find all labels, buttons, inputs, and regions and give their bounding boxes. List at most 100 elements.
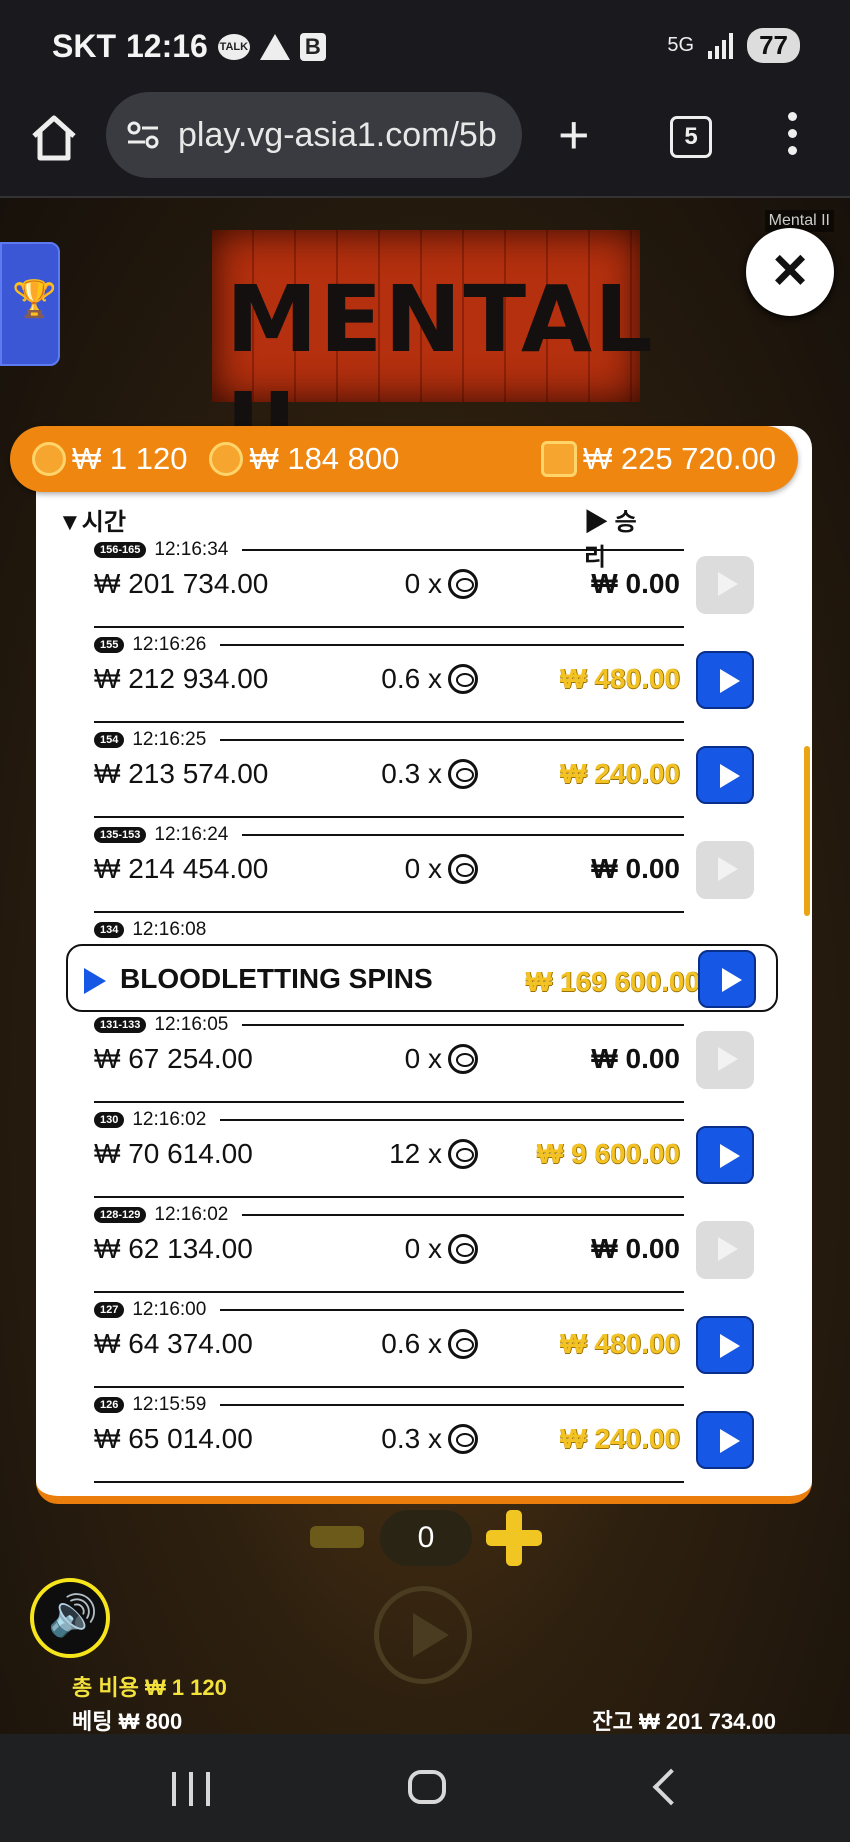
tab-count-button[interactable]: 5 [670, 116, 712, 158]
replay-button[interactable] [696, 1031, 754, 1089]
trophy-tab[interactable]: 🏆 [0, 242, 60, 366]
replay-button[interactable] [696, 651, 754, 709]
row-meta: 134 12:16:08 [94, 918, 684, 942]
row-balance: ₩ 70 614.00 [94, 1138, 253, 1169]
replay-button[interactable] [696, 841, 754, 899]
trophy-icon: 🏆 [12, 278, 57, 319]
back-icon[interactable] [652, 1768, 690, 1806]
total-cost: 총 비용 ₩ 1 120 [72, 1675, 227, 1700]
row-multiplier: 0 x [340, 1043, 478, 1075]
history-row: 156-165 12:16:34 ₩ 201 734.00 0 x ₩ 0.00 [0, 538, 850, 633]
game-logo: MENTAL II [212, 230, 653, 480]
kakaotalk-icon: TALK [217, 33, 250, 60]
divider [220, 1309, 684, 1311]
row-balance: ₩ 214 454.00 [94, 853, 269, 884]
replay-button[interactable] [696, 1126, 754, 1184]
divider [94, 911, 684, 913]
divider [242, 1214, 684, 1216]
more-menu-icon[interactable] [788, 112, 804, 163]
multiplier-value: 12 x [389, 1138, 442, 1169]
decrease-button[interactable] [310, 1526, 364, 1548]
bonus-label: BLOODLETTING SPINS [120, 963, 433, 994]
row-balance: ₩ 67 254.00 [94, 1043, 253, 1074]
multiplier-value: 0.6 x [381, 1328, 442, 1359]
row-balance: ₩ 64 374.00 [94, 1328, 253, 1359]
divider [94, 1386, 684, 1388]
row-balance: ₩ 201 734.00 [94, 568, 269, 599]
replay-button[interactable] [696, 556, 754, 614]
round-tag: 135-153 [94, 827, 147, 843]
round-tag: 156-165 [94, 542, 147, 558]
clock: 12:16 [126, 28, 208, 64]
carrier-name: SKT [52, 28, 116, 64]
row-time: 12:16:05 [154, 1014, 229, 1035]
speaker-icon: 🔊 [48, 1594, 98, 1638]
history-row: 128-129 12:16:02 ₩ 62 134.00 0 x ₩ 0.00 [0, 1203, 850, 1298]
address-bar[interactable]: play.vg-asia1.com/5b [106, 92, 522, 178]
row-time: 12:16:25 [132, 729, 207, 750]
sort-win-header[interactable]: ▶ 승리 [584, 502, 658, 572]
expand-arrow-icon[interactable] [84, 968, 106, 994]
row-win: ₩ 0.00 [591, 568, 680, 599]
max-win-value: ₩ 184 800 [249, 441, 400, 476]
url-text[interactable]: play.vg-asia1.com/5b [178, 116, 514, 155]
bet-total: ₩ 1 120 [32, 441, 187, 477]
multiplier-value: 0 x [404, 853, 442, 884]
row-meta: 155 12:16:26 [94, 633, 684, 657]
status-left: SKT 12:16 TALK B [52, 28, 326, 65]
bonus-feature-row[interactable]: BLOODLETTING SPINS ₩ 169 600.00 [66, 944, 778, 1012]
divider [94, 816, 684, 818]
home-icon[interactable] [30, 112, 78, 164]
row-multiplier: 0.3 x [340, 1423, 478, 1455]
sort-time-header[interactable]: ▼시간 [58, 502, 126, 537]
wallet-icon [540, 441, 577, 477]
round-tag: 128-129 [94, 1207, 147, 1223]
row-win: ₩ 0.00 [591, 853, 680, 884]
coin-icon [448, 1424, 478, 1454]
replay-button[interactable] [696, 1221, 754, 1279]
replay-button[interactable] [696, 1411, 754, 1469]
round-tag: 134 [94, 922, 125, 938]
warning-icon [259, 33, 290, 60]
row-win: ₩ 9 600.00 [536, 1138, 680, 1169]
history-row: 127 12:16:00 ₩ 64 374.00 0.6 x ₩ 480.00 [0, 1298, 850, 1393]
quantity-value: 0 [380, 1510, 472, 1566]
balance: ₩ 225 720.00 [540, 441, 776, 477]
row-time: 12:16:02 [132, 1109, 207, 1130]
round-tag: 126 [94, 1397, 125, 1413]
multiplier-value: 0 x [404, 1233, 442, 1264]
replay-button[interactable] [696, 746, 754, 804]
row-meta: 127 12:16:00 [94, 1298, 684, 1322]
coin-icon [448, 1234, 478, 1264]
divider [94, 721, 684, 723]
coin-icon [32, 442, 66, 476]
sound-toggle[interactable]: 🔊 [30, 1578, 110, 1658]
divider [220, 739, 684, 741]
row-meta: 128-129 12:16:02 [94, 1203, 684, 1227]
replay-button[interactable] [696, 1316, 754, 1374]
multiplier-value: 0.6 x [381, 663, 442, 694]
recent-apps-icon[interactable] [172, 1772, 210, 1806]
round-tag: 154 [94, 732, 125, 748]
row-time: 12:15:59 [132, 1394, 207, 1415]
spin-button[interactable] [374, 1586, 472, 1684]
new-tab-icon[interactable]: + [558, 108, 590, 162]
divider [94, 1196, 684, 1198]
home-nav-icon[interactable] [408, 1770, 446, 1804]
network-5g-icon: 5G [667, 34, 695, 56]
summary-bar: ₩ 1 120 ₩ 184 800 ₩ 225 720.00 [10, 426, 798, 492]
history-row: 154 12:16:25 ₩ 213 574.00 0.3 x ₩ 240.00 [0, 728, 850, 823]
row-time: 12:16:00 [132, 1299, 207, 1320]
list-scrollbar[interactable] [804, 746, 810, 916]
row-multiplier: 0.3 x [340, 758, 478, 790]
increase-button[interactable] [486, 1510, 542, 1566]
row-win: ₩ 240.00 [560, 1423, 680, 1454]
divider [242, 834, 684, 836]
close-button[interactable]: × [746, 228, 834, 316]
coin-icon [448, 1329, 478, 1359]
status-right: 5G 77 [667, 28, 800, 63]
site-settings-icon[interactable] [126, 120, 160, 150]
status-bar: SKT 12:16 TALK B 5G 77 [0, 0, 850, 92]
replay-button[interactable] [698, 950, 756, 1008]
row-multiplier: 0 x [340, 853, 478, 885]
